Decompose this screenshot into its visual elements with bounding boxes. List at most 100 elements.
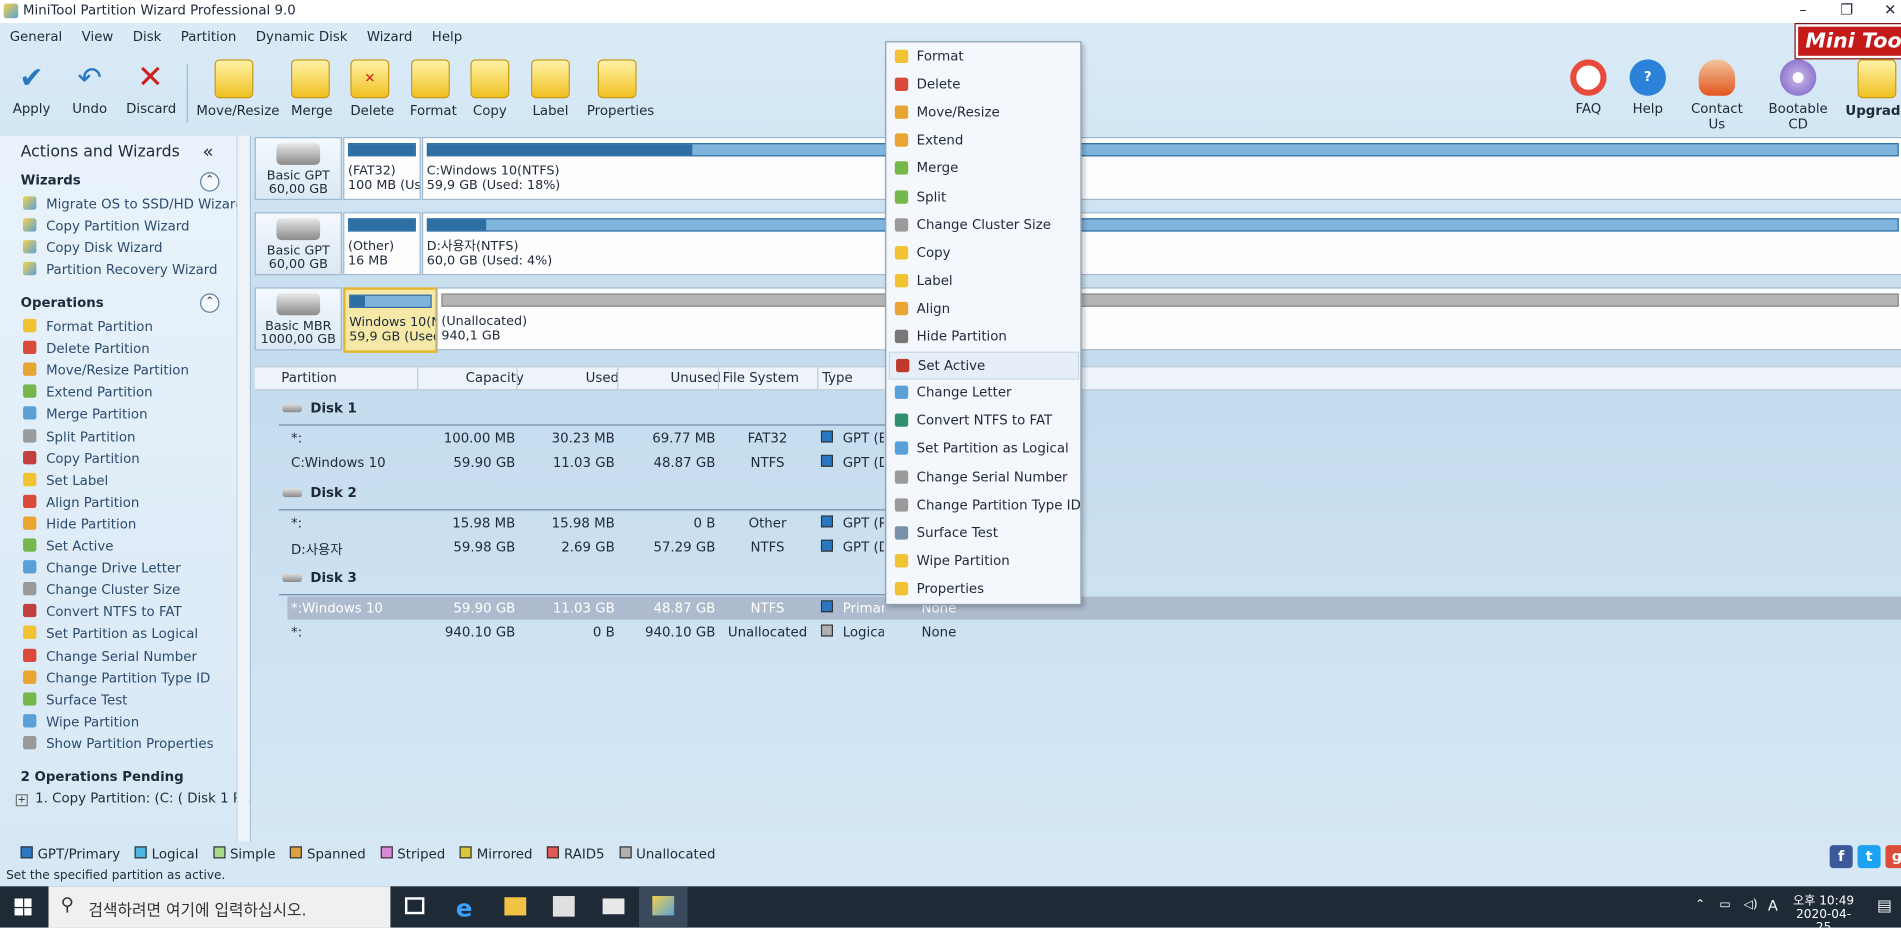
faq-button[interactable]: FAQ [1569,59,1608,116]
google-plus-icon[interactable]: g [1885,845,1901,868]
context-menu-item[interactable]: Merge [889,156,1077,181]
wizard-item[interactable]: Migrate OS to SSD/HD Wizard [23,196,244,212]
operation-item[interactable]: Move/Resize Partition [23,363,189,379]
mail-icon[interactable] [603,898,625,914]
delete-button[interactable]: ✕ Delete [350,59,389,118]
operation-item[interactable]: Hide Partition [23,516,136,532]
show-hidden-icons-icon[interactable]: ⌃ [1695,898,1705,911]
upgrade-button[interactable]: Upgrade! [1845,59,1901,118]
properties-button[interactable]: Properties [587,59,648,118]
header-unused[interactable]: Unused [671,370,721,386]
file-explorer-icon[interactable] [504,897,526,915]
context-menu-item[interactable]: Change Partition Type ID [889,492,1077,517]
operation-item[interactable]: Change Drive Letter [23,560,181,576]
disk-info[interactable]: Basic GPT60,00 GB [255,137,342,200]
wizard-item[interactable]: Copy Disk Wizard [23,240,162,256]
partition-block[interactable]: (Other)16 MB [343,212,421,275]
header-used[interactable]: Used [586,370,619,386]
minitool-taskbar-button[interactable] [639,886,688,927]
pending-operation-item[interactable]: +1. Copy Partition: (C: ( Disk 1 P... [16,791,252,807]
context-menu-item[interactable]: Change Cluster Size [889,212,1077,237]
volume-icon[interactable]: ◁) [1744,898,1758,911]
windows-start-icon[interactable] [15,898,32,915]
edge-browser-icon[interactable]: e [456,894,472,923]
operation-item[interactable]: Change Serial Number [23,648,197,664]
operation-item[interactable]: Merge Partition [23,407,148,423]
operation-item[interactable]: Delete Partition [23,341,150,357]
facebook-icon[interactable]: f [1830,845,1853,868]
network-icon[interactable]: ▭ [1719,898,1730,911]
help-button[interactable]: ? Help [1627,59,1668,116]
undo-button[interactable]: ↶ Undo [70,59,109,116]
merge-button[interactable]: Merge [291,59,330,118]
operation-item[interactable]: Align Partition [23,494,139,510]
operation-item[interactable]: Set Active [23,538,113,554]
operation-item[interactable]: Show Partition Properties [23,736,213,752]
context-menu-item[interactable]: Format [889,44,1077,69]
header-file-system[interactable]: File System [723,370,799,386]
menu-disk[interactable]: Disk [123,25,171,44]
twitter-icon[interactable]: t [1858,845,1881,868]
context-menu-item[interactable]: Change Letter [889,380,1077,405]
context-menu-item[interactable]: Surface Test [889,520,1077,545]
expand-plus-icon[interactable]: + [16,794,28,806]
label-button[interactable]: Label [531,59,570,118]
partition-block[interactable]: (FAT32)100 MB (Used [343,137,421,200]
menu-general[interactable]: General [0,25,72,44]
partition-block[interactable]: (Unallocated)940,1 GB [437,287,1901,350]
copy-button[interactable]: Copy [470,59,509,118]
restore-button[interactable]: ❐ [1828,0,1864,22]
context-menu-item[interactable]: Convert NTFS to FAT [889,408,1077,433]
context-menu-item[interactable]: Properties [889,576,1077,601]
minimize-button[interactable]: – [1785,0,1821,22]
clock[interactable]: 오후 10:49 2020-04-25 [1792,890,1855,928]
context-menu-item[interactable]: Copy [889,240,1077,265]
operation-item[interactable]: Format Partition [23,319,153,335]
context-menu-item[interactable]: Change Serial Number [889,464,1077,489]
move-resize-button[interactable]: Move/Resize [196,59,271,118]
partition-block[interactable]: D:사용자(NTFS)60,0 GB (Used: 4%) [422,212,1901,275]
operation-item[interactable]: Split Partition [23,429,135,445]
task-view-icon[interactable] [405,897,424,914]
operations-collapse-icon[interactable]: ⌃ [200,293,219,312]
apply-button[interactable]: ✔ Apply [12,59,51,116]
menu-wizard[interactable]: Wizard [357,25,422,44]
discard-button[interactable]: ✕ Discard [126,59,174,116]
context-menu-item[interactable]: Align [889,296,1077,321]
format-button[interactable]: Format [410,59,451,118]
context-menu-item[interactable]: Extend [889,128,1077,153]
operation-item[interactable]: Copy Partition [23,451,140,467]
close-button[interactable]: ✕ [1872,0,1901,22]
disk-info[interactable]: Basic MBR1000,00 GB [255,287,342,350]
partition-block[interactable]: Windows 10(N59,9 GB (Used [343,287,438,352]
operation-item[interactable]: Wipe Partition [23,714,139,730]
context-menu-item[interactable]: Move/Resize [889,100,1077,125]
context-menu-item[interactable]: Hide Partition [889,324,1077,349]
disk-info[interactable]: Basic GPT60,00 GB [255,212,342,275]
context-menu-item[interactable]: Split [889,184,1077,209]
action-center-icon[interactable]: ▤ [1877,897,1892,915]
menu-view[interactable]: View [72,25,123,44]
header-partition[interactable]: Partition [281,370,337,386]
bootable-cd-button[interactable]: Bootable CD [1761,59,1836,132]
operation-item[interactable]: Surface Test [23,692,127,708]
ime-indicator[interactable]: A [1768,897,1778,914]
partition-block[interactable]: C:Windows 10(NTFS)59,9 GB (Used: 18%) [422,137,1901,200]
store-icon[interactable] [553,896,575,917]
operation-item[interactable]: Set Label [23,472,108,488]
context-menu-item[interactable]: Set Partition as Logical [889,436,1077,461]
taskbar-search-box[interactable]: ⚲ 검색하려면 여기에 입력하십시오. [49,886,391,927]
context-menu-item[interactable]: Wipe Partition [889,548,1077,573]
header-type[interactable]: Type [822,370,853,386]
wizard-item[interactable]: Partition Recovery Wizard [23,262,217,278]
menu-help[interactable]: Help [422,25,472,44]
operation-item[interactable]: Extend Partition [23,385,153,401]
operation-item[interactable]: Set Partition as Logical [23,626,198,642]
header-capacity[interactable]: Capacity [466,370,524,386]
menu-partition[interactable]: Partition [171,25,246,44]
operation-item[interactable]: Convert NTFS to FAT [23,604,182,620]
operation-item[interactable]: Change Cluster Size [23,582,180,598]
context-menu-item[interactable]: Delete [889,72,1077,97]
menu-dynamic-disk[interactable]: Dynamic Disk [246,25,357,44]
contact-us-button[interactable]: Contact Us [1683,59,1751,132]
